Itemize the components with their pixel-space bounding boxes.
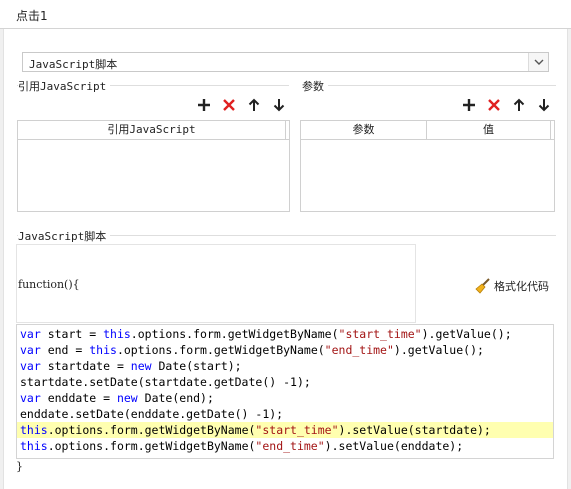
code-token: "start_time" (338, 327, 422, 341)
ref-move-down-button[interactable] (271, 97, 287, 113)
code-token: .options.form.getWidgetByName( (116, 343, 325, 357)
dropdown-arrow-button[interactable] (528, 53, 548, 71)
code-line[interactable]: var start = this.options.form.getWidgetB… (17, 326, 553, 342)
code-token: new (116, 391, 138, 405)
code-token: this (20, 423, 48, 437)
chevron-down-icon (534, 59, 544, 65)
function-header: function(){ (18, 278, 80, 291)
params-section-divider (302, 85, 556, 86)
code-token: enddate.setDate(enddate.getDate() -1); (20, 407, 284, 421)
right-edge (567, 29, 571, 489)
param-delete-button[interactable] (486, 97, 502, 113)
code-token: .options.form.getWidgetByName( (47, 439, 256, 453)
code-token: Date(end); (137, 391, 214, 405)
code-token: .options.form.getWidgetByName( (47, 423, 256, 437)
code-token: new (130, 359, 152, 373)
params-table[interactable]: 参数 值 (300, 120, 555, 212)
code-token: startdate.setDate(startdate.getDate() -1… (20, 375, 311, 389)
code-line[interactable]: this.options.form.getWidgetByName("end_t… (17, 438, 553, 454)
code-token: var (20, 391, 41, 405)
param-move-down-button[interactable] (536, 97, 552, 113)
code-line[interactable]: enddate.setDate(enddate.getDate() -1); (17, 406, 553, 422)
code-token: "start_time" (255, 423, 339, 437)
add-icon (463, 99, 475, 111)
ref-js-section-label: 引用JavaScript (18, 78, 111, 94)
add-icon (198, 99, 210, 111)
function-footer: } (16, 460, 23, 473)
ref-move-up-button[interactable] (246, 97, 262, 113)
broom-icon (475, 278, 490, 294)
code-line[interactable]: var startdate = new Date(start); (17, 358, 553, 374)
code-token: "end_time" (324, 343, 394, 357)
delete-icon (488, 99, 500, 111)
code-token: this (20, 439, 48, 453)
param-move-up-button[interactable] (511, 97, 527, 113)
code-line[interactable]: var enddate = new Date(end); (17, 390, 553, 406)
script-type-value: JavaScript脚本 (29, 58, 118, 71)
script-section-label: JavaScript脚本 (18, 228, 111, 244)
move-down-icon (273, 99, 285, 112)
code-token: ).setValue(enddate); (324, 439, 464, 453)
code-editor[interactable]: var start = this.options.form.getWidgetB… (16, 324, 554, 459)
code-token: var (20, 343, 41, 357)
code-token: start = (40, 327, 104, 341)
params-table-header: 参数 值 (301, 121, 554, 140)
code-token: ).setValue(startdate); (338, 423, 491, 437)
ref-js-table-header: 引用JavaScript (18, 121, 289, 140)
param-add-button[interactable] (461, 97, 477, 113)
ref-js-table[interactable]: 引用JavaScript (17, 120, 290, 212)
code-token: .options.form.getWidgetByName( (130, 327, 339, 341)
move-down-icon (538, 99, 550, 112)
function-header-box: function(){ (16, 244, 416, 323)
format-code-label: 格式化代码 (494, 280, 549, 293)
code-token: "end_time" (255, 439, 325, 453)
delete-icon (223, 99, 235, 111)
code-token: enddate = (40, 391, 117, 405)
code-token: Date(start); (151, 359, 242, 373)
code-token: ).getValue(); (421, 327, 512, 341)
code-line[interactable]: this.options.form.getWidgetByName("start… (17, 422, 553, 438)
script-type-select[interactable]: JavaScript脚本 (22, 52, 549, 72)
move-up-icon (513, 98, 525, 111)
param-value-column-header[interactable]: 值 (427, 121, 551, 139)
code-token: this (103, 327, 131, 341)
dialog-title-bar: 点击1 (0, 0, 571, 29)
move-up-icon (248, 98, 260, 111)
ref-delete-button[interactable] (221, 97, 237, 113)
ref-add-button[interactable] (196, 97, 212, 113)
code-line[interactable]: startdate.setDate(startdate.getDate() -1… (17, 374, 553, 390)
code-token: this (89, 343, 117, 357)
params-section-label: 参数 (302, 78, 328, 94)
code-token: var (20, 327, 41, 341)
code-token: ).getValue(); (393, 343, 484, 357)
ref-js-column-header[interactable]: 引用JavaScript (18, 121, 286, 139)
param-name-column-header[interactable]: 参数 (301, 121, 427, 139)
code-line[interactable]: var end = this.options.form.getWidgetByN… (17, 342, 553, 358)
dialog-title: 点击1 (16, 9, 48, 23)
code-token: startdate = (40, 359, 131, 373)
code-token: var (20, 359, 41, 373)
code-token: end = (40, 343, 90, 357)
